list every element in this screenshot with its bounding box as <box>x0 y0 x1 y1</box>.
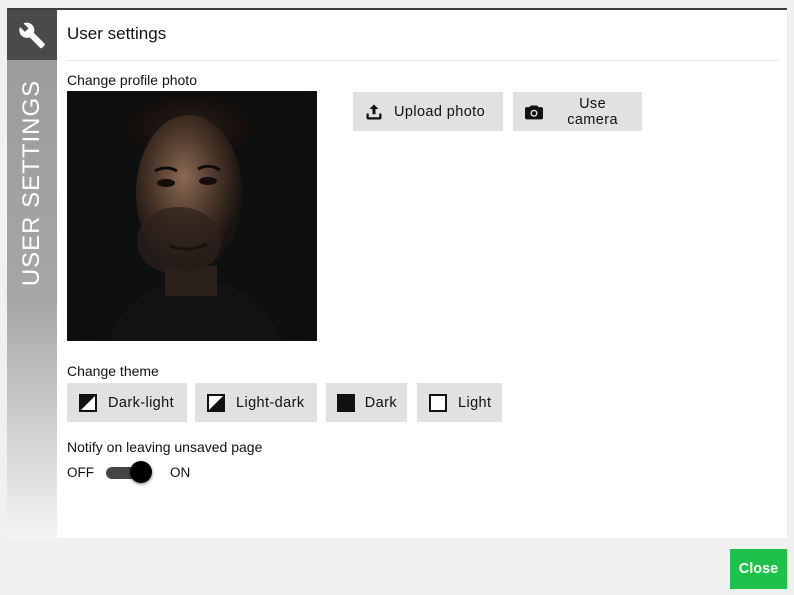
light-dark-theme-icon <box>205 392 227 414</box>
toggle-off-label: OFF <box>67 464 94 480</box>
upload-icon <box>363 101 385 123</box>
toggle-on-label: ON <box>170 464 191 480</box>
theme-dark-button[interactable]: Dark <box>326 383 407 422</box>
dialog-title: User settings <box>67 24 167 43</box>
sidebar-title-text: USER SETTINGS <box>18 79 46 287</box>
theme-light-label: Light <box>458 394 492 411</box>
wrench-icon <box>7 10 57 60</box>
upload-photo-label: Upload photo <box>394 103 486 120</box>
notify-label: Notify on leaving unsaved page <box>67 439 263 455</box>
title-divider <box>67 60 779 61</box>
user-settings-dialog: USER SETTINGS User settings Change profi… <box>7 8 787 538</box>
close-button[interactable]: Close <box>730 549 787 589</box>
upload-photo-button[interactable]: Upload photo <box>353 92 503 131</box>
profile-photo-label: Change profile photo <box>67 72 197 88</box>
settings-content: User settings Change profile photo Uploa… <box>67 10 779 538</box>
theme-light-button[interactable]: Light <box>417 383 502 422</box>
theme-dark-light-label: Dark-light <box>108 394 175 411</box>
light-theme-icon <box>427 392 449 414</box>
camera-icon <box>523 101 544 123</box>
sidebar-title: USER SETTINGS <box>7 78 57 288</box>
theme-label: Change theme <box>67 363 159 379</box>
use-camera-button[interactable]: Use camera <box>513 92 642 131</box>
theme-dark-light-button[interactable]: Dark-light <box>67 383 187 422</box>
dark-theme-icon <box>336 392 356 414</box>
theme-light-dark-label: Light-dark <box>236 394 305 411</box>
notify-toggle[interactable] <box>106 461 152 483</box>
toggle-knob[interactable] <box>130 461 152 483</box>
profile-photo <box>67 91 317 341</box>
notify-toggle-row: OFF ON <box>67 461 190 483</box>
theme-dark-label: Dark <box>364 394 397 411</box>
use-camera-label: Use camera <box>567 95 618 128</box>
dark-light-theme-icon <box>77 392 99 414</box>
theme-light-dark-button[interactable]: Light-dark <box>195 383 317 422</box>
sidebar: USER SETTINGS <box>7 10 57 538</box>
